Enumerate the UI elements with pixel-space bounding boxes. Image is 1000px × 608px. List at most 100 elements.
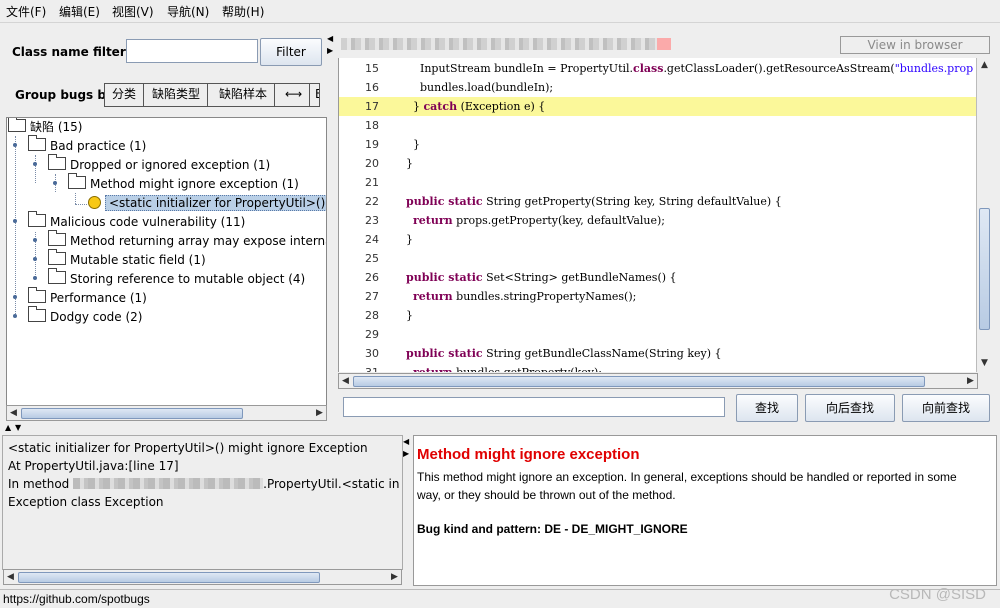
tree-node-performance[interactable]: Performance (1) <box>28 287 147 307</box>
expand-handle[interactable] <box>13 314 17 318</box>
status-bar: https://github.com/spotbugs CSDN @SISD <box>0 586 1000 608</box>
menu-file[interactable]: 文件(F) <box>6 3 46 20</box>
blurred-package-name <box>73 478 264 489</box>
line-number: 17 <box>365 100 379 113</box>
expand-down-icon[interactable]: ▼ <box>15 424 21 432</box>
tree-node-mutable-static[interactable]: Mutable static field (1) <box>48 249 206 269</box>
code-line: 21 <box>339 173 977 192</box>
code-line: 20 } <box>339 154 977 173</box>
line-number: 16 <box>365 81 379 94</box>
group-by-bug-type[interactable]: 缺陷类型 <box>145 84 209 106</box>
code-keyword: public static <box>406 195 483 208</box>
menu-view[interactable]: 视图(V) <box>112 3 154 20</box>
scroll-left-icon[interactable]: ◀ <box>339 374 352 388</box>
scroll-thumb[interactable] <box>979 208 990 330</box>
summary-bug-title: <static initializer for PropertyUtil>() … <box>8 441 368 455</box>
scroll-right-icon[interactable]: ▶ <box>964 374 977 388</box>
source-code-view[interactable]: 15 InputStream bundleIn = PropertyUtil.c… <box>338 58 977 372</box>
menu-navigate[interactable]: 导航(N) <box>167 3 209 20</box>
find-input[interactable] <box>343 397 725 417</box>
expand-right-icon[interactable]: ▶ <box>327 47 333 55</box>
scroll-right-icon[interactable]: ▶ <box>388 570 401 584</box>
tree-leaf-selected-bug[interactable]: <static initializer for PropertyUtil>() … <box>88 194 326 212</box>
find-next-button[interactable]: 向后查找 <box>805 394 895 422</box>
line-number: 25 <box>365 252 379 265</box>
description-bug-kind: Bug kind and pattern: DE - DE_MIGHT_IGNO… <box>417 522 688 536</box>
menu-help[interactable]: 帮助(H) <box>222 3 264 20</box>
code-line: 31 return bundles.getProperty(key); <box>339 363 977 372</box>
tree-node-returning-array[interactable]: Method returning array may expose intern… <box>48 230 326 250</box>
scroll-up-icon[interactable]: ▲ <box>978 58 991 72</box>
scroll-left-icon[interactable]: ◀ <box>7 406 20 420</box>
line-number: 15 <box>365 62 379 75</box>
scroll-right-icon[interactable]: ▶ <box>313 406 326 420</box>
tree-node-malicious-code[interactable]: Malicious code vulnerability (11) <box>28 211 246 231</box>
tree-node-might-ignore[interactable]: Method might ignore exception (1) <box>68 173 299 193</box>
tree-node-storing-reference[interactable]: Storing reference to mutable object (4) <box>48 268 305 288</box>
scroll-thumb[interactable] <box>353 376 925 387</box>
menu-edit[interactable]: 编辑(E) <box>59 3 100 20</box>
code-token: bundles.stringPropertyNames(); <box>452 290 637 303</box>
collapse-left-icon[interactable]: ◀ <box>327 35 333 43</box>
tree-root-label: 缺陷 (15) <box>30 120 83 134</box>
summary-horizontal-scrollbar[interactable]: ◀ ▶ <box>3 569 402 585</box>
code-keyword: return <box>413 366 453 372</box>
scroll-down-icon[interactable]: ▼ <box>978 356 991 370</box>
filter-button[interactable]: Filter <box>260 38 322 66</box>
line-number: 21 <box>365 176 379 189</box>
collapse-up-icon[interactable]: ▲ <box>5 424 11 432</box>
expand-right-icon[interactable]: ▶ <box>403 450 409 458</box>
tree-node-dodgy-code[interactable]: Dodgy code (2) <box>28 306 142 326</box>
code-line: 25 <box>339 249 977 268</box>
code-text: public static String getProperty(String … <box>399 192 782 211</box>
code-line: 19 } <box>339 135 977 154</box>
expand-handle[interactable] <box>33 238 37 242</box>
code-line: 24 } <box>339 230 977 249</box>
code-text: } <box>399 154 413 173</box>
expand-handle[interactable] <box>13 143 17 147</box>
line-number: 26 <box>365 271 379 284</box>
tree-horizontal-scrollbar[interactable]: ◀ ▶ <box>6 405 327 421</box>
find-button[interactable]: 查找 <box>736 394 798 422</box>
tree-node-label: Bad practice (1) <box>50 139 147 153</box>
find-previous-button[interactable]: 向前查找 <box>902 394 990 422</box>
tree-node-dropped-exception[interactable]: Dropped or ignored exception (1) <box>48 154 270 174</box>
expand-handle[interactable] <box>13 295 17 299</box>
tree-node-label: Malicious code vulnerability (11) <box>50 215 246 229</box>
line-number: 27 <box>365 290 379 303</box>
collapse-left-icon[interactable]: ◀ <box>403 438 409 446</box>
tree-connector <box>75 193 76 204</box>
code-keyword: return <box>413 290 453 303</box>
group-by-swap-icon[interactable]: ⟷ <box>278 84 311 106</box>
tree-connector <box>35 155 36 183</box>
expand-handle[interactable] <box>13 219 17 223</box>
expand-handle[interactable] <box>33 276 37 280</box>
code-horizontal-scrollbar[interactable]: ◀ ▶ <box>338 373 978 389</box>
group-by-category[interactable]: 分类 <box>105 84 145 106</box>
folder-icon <box>28 287 46 303</box>
scroll-left-icon[interactable]: ◀ <box>4 570 17 584</box>
view-in-browser-button[interactable]: View in browser <box>840 36 990 54</box>
expand-handle[interactable] <box>33 257 37 261</box>
expand-handle[interactable] <box>53 181 57 185</box>
summary-method-suffix: .PropertyUtil.<static initializer for Pr… <box>263 477 400 491</box>
scroll-thumb[interactable] <box>21 408 243 419</box>
scroll-thumb[interactable] <box>18 572 320 583</box>
tree-connector <box>75 204 87 205</box>
code-line: 22 public static String getProperty(Stri… <box>339 192 977 211</box>
expand-handle[interactable] <box>33 162 37 166</box>
tree-root[interactable]: 缺陷 (15) <box>8 118 82 136</box>
summary-method[interactable]: In method .PropertyUtil.<static initiali… <box>8 477 400 491</box>
class-filter-input[interactable] <box>126 39 258 63</box>
group-by-more[interactable]: E <box>308 84 319 106</box>
code-vertical-scrollbar[interactable]: ▲ ▼ <box>976 58 992 372</box>
code-line: 26 public static Set<String> getBundleNa… <box>339 268 977 287</box>
tree-node-bad-practice[interactable]: Bad practice (1) <box>28 135 147 155</box>
folder-icon <box>28 135 46 151</box>
group-by-bug-pattern[interactable]: 缺陷样本 <box>212 84 276 106</box>
code-token: .getClassLoader().getResourceAsStream( <box>663 62 895 75</box>
code-token: } <box>399 100 424 113</box>
summary-location[interactable]: At PropertyUtil.java:[line 17] <box>8 459 179 473</box>
code-text: bundles.load(bundleIn); <box>399 78 553 97</box>
